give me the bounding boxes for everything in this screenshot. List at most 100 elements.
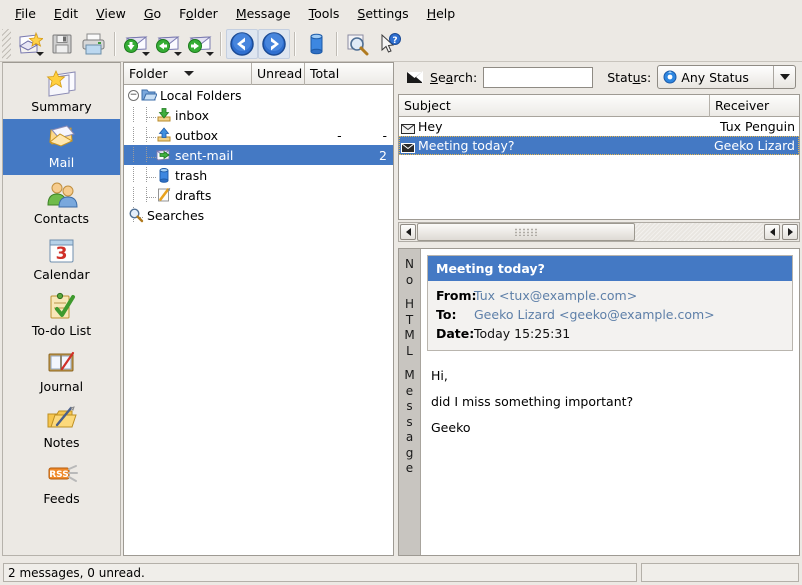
new-message-menu-arrow[interactable] bbox=[36, 52, 44, 56]
search-folder-icon bbox=[128, 207, 144, 223]
total-column-header[interactable]: Total bbox=[305, 63, 393, 85]
find-button[interactable] bbox=[342, 29, 374, 59]
message-status-envelope-icon bbox=[401, 141, 415, 151]
message-rows: HeyTux PenguinMeeting today?Geeko Lizard bbox=[399, 117, 799, 155]
status-filter-dropdown[interactable]: Any Status bbox=[657, 65, 796, 89]
vertical-tab-char: M bbox=[404, 368, 414, 384]
message-list: Subject Receiver HeyTux PenguinMeeting t… bbox=[398, 94, 800, 220]
sidebar-item-notes[interactable]: Notes bbox=[3, 399, 120, 455]
delete-icon bbox=[306, 32, 326, 56]
status-extra-panel bbox=[641, 563, 799, 582]
folder-column-header[interactable]: Folder bbox=[124, 63, 252, 85]
message-subject-cell: Meeting today? bbox=[399, 138, 710, 153]
delete-button[interactable] bbox=[300, 29, 332, 59]
forward-button[interactable] bbox=[184, 29, 216, 59]
quick-search-icon[interactable] bbox=[406, 70, 424, 84]
menu-view[interactable]: View bbox=[87, 3, 135, 24]
message-body-line: Hi, bbox=[431, 363, 789, 389]
folder-row-trash[interactable]: trash bbox=[124, 165, 393, 185]
sidebar-item-label: Summary bbox=[31, 100, 91, 114]
vertical-tab-char: s bbox=[406, 399, 412, 415]
message-receiver-cell: Tux Penguin bbox=[710, 119, 799, 134]
menu-file[interactable]: File bbox=[6, 3, 45, 24]
feeds-icon-wrap: RSS bbox=[45, 460, 79, 490]
check-mail-button[interactable] bbox=[120, 29, 152, 59]
mail-client-window: FileEditViewGoFolderMessageToolsSettings… bbox=[0, 0, 802, 585]
menu-settings[interactable]: Settings bbox=[348, 3, 417, 24]
message-status-envelope-icon bbox=[401, 122, 415, 132]
unread-column-header[interactable]: Unread bbox=[252, 63, 305, 85]
menu-edit[interactable]: Edit bbox=[45, 3, 87, 24]
folder-row-label-cell: drafts bbox=[124, 187, 307, 203]
folder-expander[interactable]: − bbox=[128, 90, 139, 101]
forward-nav-icon bbox=[261, 31, 287, 57]
reply-button[interactable] bbox=[152, 29, 184, 59]
new-message-button[interactable] bbox=[14, 29, 46, 59]
menu-tools[interactable]: Tools bbox=[300, 3, 349, 24]
sidebar-item-journal[interactable]: Journal bbox=[3, 343, 120, 399]
menu-message[interactable]: Message bbox=[227, 3, 300, 24]
save-button[interactable] bbox=[46, 29, 78, 59]
sidebar-item-feeds[interactable]: RSSFeeds bbox=[3, 455, 120, 511]
check-mail-menu-arrow[interactable] bbox=[142, 52, 150, 56]
message-list-hscrollbar[interactable] bbox=[398, 222, 800, 242]
message-row[interactable]: Hey Tux Penguin bbox=[399, 117, 799, 136]
message-header-value[interactable]: Geeko Lizard <geeko@example.com> bbox=[474, 305, 715, 324]
folder-row-drafts[interactable]: drafts bbox=[124, 185, 393, 205]
search-input[interactable] bbox=[483, 67, 593, 88]
status-dropdown-arrow[interactable] bbox=[773, 66, 795, 88]
todo-icon-wrap bbox=[45, 292, 79, 322]
receiver-column-header[interactable]: Receiver bbox=[710, 95, 799, 117]
message-header-value[interactable]: Tux <tux@example.com> bbox=[474, 286, 637, 305]
print-button[interactable] bbox=[78, 29, 110, 59]
menu-go[interactable]: Go bbox=[135, 3, 170, 24]
sidebar-item-mail[interactable]: Mail bbox=[3, 119, 120, 175]
notes-icon-wrap bbox=[45, 404, 79, 434]
toolbar-drag-handle[interactable] bbox=[2, 29, 11, 59]
search-folder-icon-wrap bbox=[128, 207, 144, 223]
forward-nav-button[interactable] bbox=[258, 29, 290, 59]
outbox-icon bbox=[156, 127, 172, 143]
folder-row-label-cell: outbox bbox=[124, 127, 307, 143]
message-subject-text: Hey bbox=[418, 119, 443, 134]
sidebar-item-to-do-list[interactable]: To-do List bbox=[3, 287, 120, 343]
sort-descending-icon[interactable] bbox=[184, 71, 194, 76]
folder-name: outbox bbox=[175, 128, 218, 143]
menu-help[interactable]: Help bbox=[418, 3, 465, 24]
scrollbar-track[interactable] bbox=[417, 223, 763, 241]
folder-name: drafts bbox=[175, 188, 211, 203]
sidebar-item-contacts[interactable]: Contacts bbox=[3, 175, 120, 231]
message-receiver-cell: Geeko Lizard bbox=[710, 138, 799, 153]
whats-this-button[interactable]: ? bbox=[374, 29, 406, 59]
scrollbar-thumb[interactable] bbox=[417, 223, 635, 241]
scroll-left-button-2[interactable] bbox=[764, 224, 780, 240]
folder-row-sent-mail[interactable]: sent-mail2 bbox=[124, 145, 393, 165]
message-header-line: To:Geeko Lizard <geeko@example.com> bbox=[436, 305, 784, 324]
folder-row-inbox[interactable]: inbox bbox=[124, 105, 393, 125]
toolbar: ? bbox=[0, 26, 802, 62]
forward-menu-arrow[interactable] bbox=[206, 52, 214, 56]
folder-unread-count: - bbox=[307, 128, 347, 143]
message-row[interactable]: Meeting today?Geeko Lizard bbox=[399, 136, 799, 155]
vertical-tab-char: N bbox=[405, 257, 414, 273]
folder-row-searches[interactable]: Searches bbox=[124, 205, 393, 225]
message-body-text: Hi,did I miss something important?Geeko bbox=[427, 351, 793, 441]
folder-row-outbox[interactable]: outbox-- bbox=[124, 125, 393, 145]
back-button[interactable] bbox=[226, 29, 258, 59]
vertical-tab-char: g bbox=[406, 446, 414, 462]
calendar-icon: 3 bbox=[45, 236, 79, 266]
reply-menu-arrow[interactable] bbox=[174, 52, 182, 56]
scroll-right-button[interactable] bbox=[782, 224, 798, 240]
sidebar-item-summary[interactable]: Summary bbox=[3, 63, 120, 119]
open-folder-icon-wrap bbox=[141, 87, 157, 103]
contacts-icon-wrap bbox=[45, 180, 79, 210]
folder-row-label-cell: inbox bbox=[124, 107, 307, 123]
menu-folder[interactable]: Folder bbox=[170, 3, 227, 24]
no-html-message-tab[interactable]: NoHTMLMessage bbox=[399, 249, 421, 555]
subject-column-header[interactable]: Subject bbox=[399, 95, 710, 117]
folder-column-headers: Folder Unread Total bbox=[124, 63, 393, 85]
scroll-left-button[interactable] bbox=[400, 224, 416, 240]
vertical-tab-char: s bbox=[406, 415, 412, 431]
sidebar-item-calendar[interactable]: 3Calendar bbox=[3, 231, 120, 287]
folder-row-local-folders[interactable]: −Local Folders bbox=[124, 85, 393, 105]
